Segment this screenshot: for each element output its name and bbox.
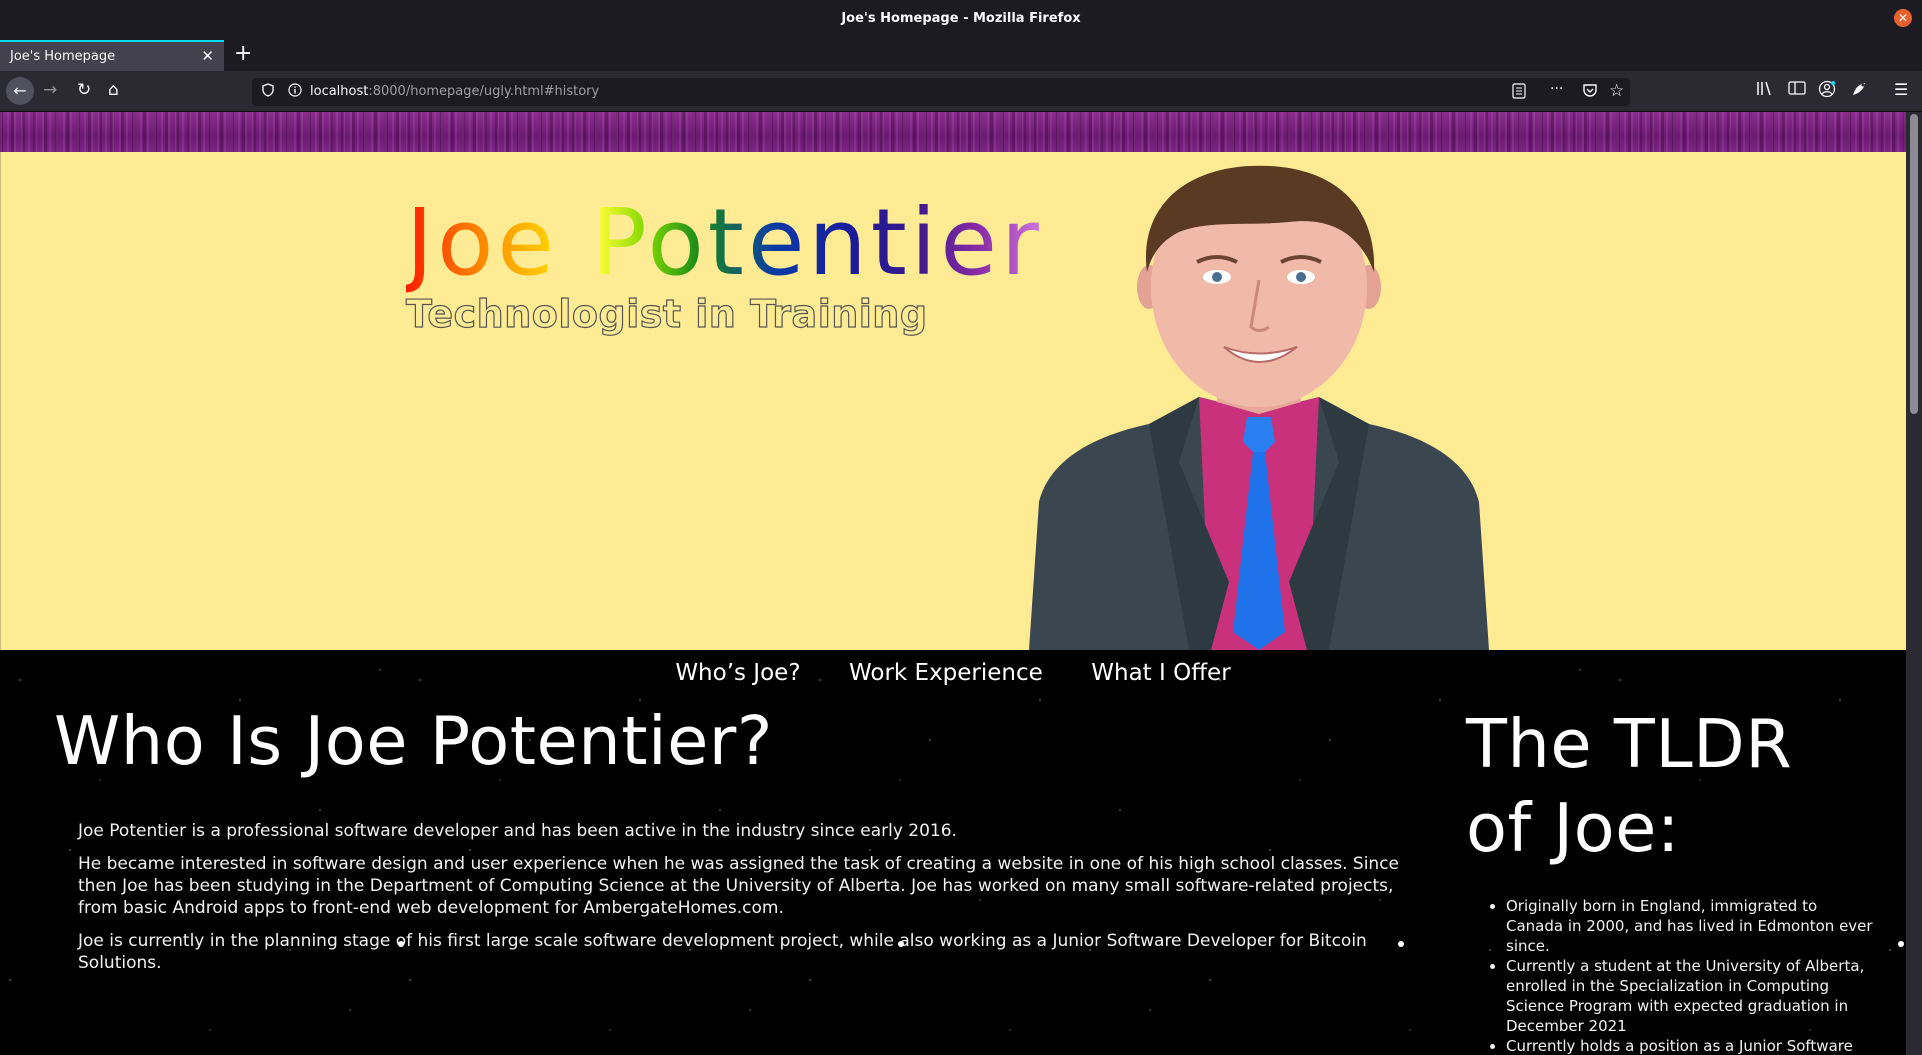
tab-joes-homepage[interactable]: Joe's Homepage ✕ [0, 40, 224, 71]
reader-view-icon[interactable] [1512, 83, 1526, 103]
tldr-section: The TLDR of Joe: Originally born in Engl… [1466, 702, 1876, 1055]
tldr-list: Originally born in England, immigrated t… [1466, 896, 1876, 1055]
site-navigation: Who’s Joe? Work Experience What I Offer [0, 660, 1906, 686]
tab-strip: Joe's Homepage ✕ + [0, 37, 1922, 71]
library-icon[interactable] [1756, 80, 1774, 100]
url-text[interactable]: localhost:8000/homepage/ugly.html#histor… [310, 84, 599, 99]
scrollbar-thumb[interactable] [1910, 114, 1918, 414]
tldr-item: Currently a student at the University of… [1506, 956, 1876, 1036]
tldr-heading: The TLDR of Joe: [1466, 705, 1793, 867]
window-titlebar: Joe's Homepage - Mozilla Firefox ✕ [0, 0, 1922, 37]
bookmark-star-icon[interactable]: ☆ [1609, 81, 1624, 101]
who-section: Who Is Joe Potentier? Joe Potentier is a… [54, 702, 1404, 985]
app-menu-icon[interactable]: ☰ [1894, 80, 1908, 99]
who-paragraph: He became interested in software design … [78, 854, 1400, 918]
url-path: :8000/homepage/ugly.html#history [368, 84, 600, 99]
address-bar[interactable]: localhost:8000/homepage/ugly.html#histor… [252, 78, 1630, 106]
nav-link-what-i-offer[interactable]: What I Offer [1091, 660, 1230, 686]
portrait-photo [1029, 165, 1489, 650]
tab-title: Joe's Homepage [10, 49, 116, 64]
site-info-icon[interactable] [288, 83, 302, 100]
tldr-item: Originally born in England, immigrated t… [1506, 896, 1876, 956]
sidebar-icon[interactable] [1788, 80, 1806, 100]
who-paragraph: Joe Potentier is a professional software… [78, 821, 957, 841]
hero-header: Joe Potentier Technologist in Training [0, 152, 1906, 650]
tagline: Technologist in Training [405, 291, 928, 336]
nav-link-work-experience[interactable]: Work Experience [849, 660, 1043, 686]
who-heading: Who Is Joe Potentier? [54, 702, 773, 780]
extension-icon[interactable] [1850, 80, 1868, 102]
pocket-icon[interactable] [1582, 83, 1598, 102]
page-scrollbar[interactable] [1906, 112, 1922, 1055]
back-button[interactable]: ← [6, 77, 34, 105]
tldr-item: Currently holds a position as a Junior S… [1506, 1036, 1876, 1055]
tracking-shield-icon[interactable] [262, 83, 274, 101]
url-host: localhost [310, 84, 369, 99]
forward-button[interactable]: → [43, 80, 57, 100]
nav-link-whos-joe[interactable]: Who’s Joe? [675, 660, 800, 686]
window-title: Joe's Homepage - Mozilla Firefox [841, 11, 1081, 26]
page-actions-icon[interactable]: ··· [1550, 81, 1563, 97]
reload-button[interactable]: ↻ [77, 80, 91, 100]
purple-banner [0, 112, 1906, 154]
starfield-content: Who’s Joe? Work Experience What I Offer … [0, 650, 1906, 1055]
site-name-heading: Joe Potentier [406, 189, 1043, 296]
account-icon[interactable] [1818, 80, 1836, 102]
tab-close-icon[interactable]: ✕ [201, 47, 214, 65]
star-dot [1898, 941, 1904, 947]
window-close-button[interactable]: ✕ [1894, 9, 1912, 27]
home-button[interactable]: ⌂ [108, 80, 119, 100]
who-paragraph: Joe is currently in the planning stage o… [78, 931, 1367, 973]
new-tab-button[interactable]: + [234, 41, 252, 66]
page-viewport: Joe Potentier Technologist in Training W… [0, 112, 1906, 1055]
